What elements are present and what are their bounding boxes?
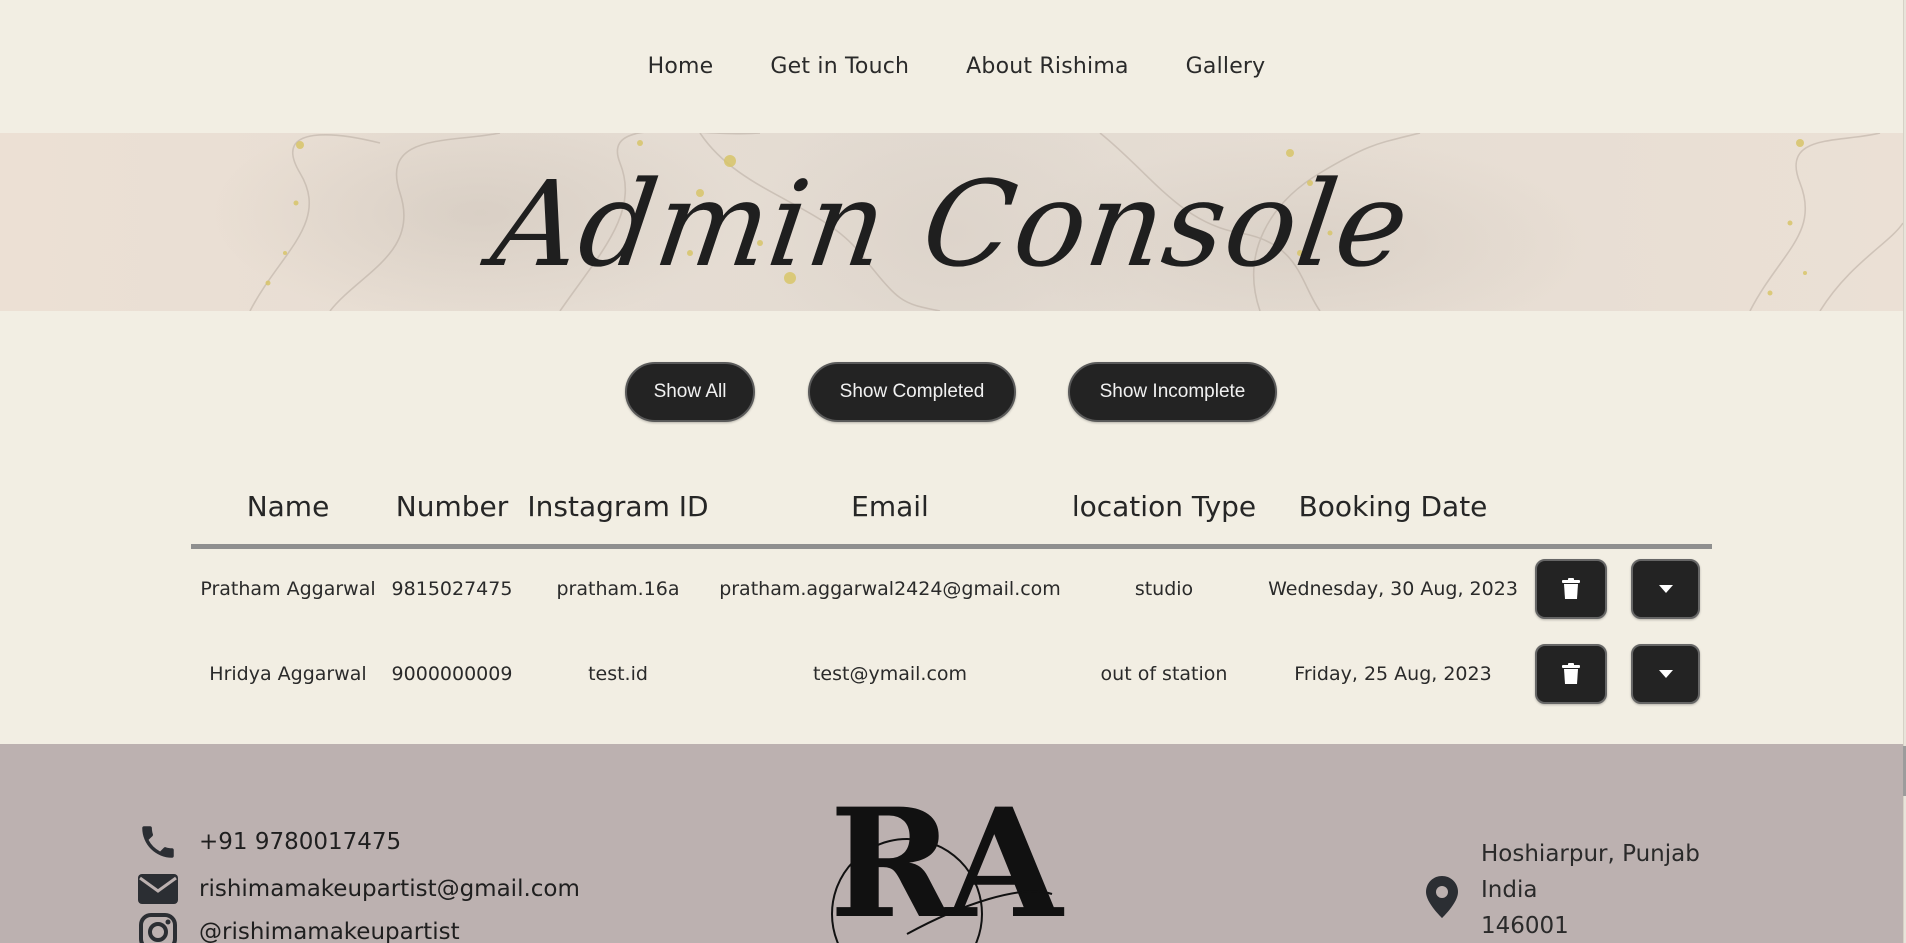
bookings-table: Name Number Instagram ID Email location … [191,480,1712,716]
email-address[interactable]: rishimamakeupartist@gmail.com [199,876,580,902]
cell-email: test@ymail.com [812,662,968,685]
cell-instagram: pratham.16a [556,577,680,600]
cell-booking-date: Wednesday, 30 Aug, 2023 [1268,577,1518,600]
show-incomplete-button[interactable]: Show Incomplete [1068,362,1277,422]
table-header: Name Number Instagram ID Email location … [191,480,1712,549]
delete-button[interactable] [1535,643,1607,704]
page-title: Admin Console [484,155,1418,293]
header-location-type: location Type [1071,490,1257,523]
instagram-handle[interactable]: @rishimamakeupartist [199,919,460,943]
location-pin-icon [1426,876,1458,922]
nav-gallery[interactable]: Gallery [1186,54,1266,79]
address-line-2: India [1481,877,1538,903]
trash-icon [1562,662,1580,684]
cell-booking-date: Friday, 25 Aug, 2023 [1294,662,1492,685]
cell-number: 9000000009 [391,662,513,685]
address-line-3: 146001 [1481,913,1569,939]
trash-icon [1562,577,1580,599]
nav-about[interactable]: About Rishima [966,54,1128,79]
header-booking-date: Booking Date [1298,490,1488,523]
cell-name: Pratham Aggarwal [200,577,376,600]
address-lines: Hoshiarpur, Punjab India 146001 [1481,836,1700,943]
cell-location-type: out of station [1100,662,1228,685]
nav-home[interactable]: Home [648,54,714,79]
header-email: Email [851,490,929,523]
logo-monogram: RA [829,804,1065,943]
caret-down-icon [1658,584,1673,593]
header-number: Number [395,490,509,523]
cell-location-type: studio [1134,577,1194,600]
footer-instagram: @rishimamakeupartist [136,912,460,943]
table-row: Pratham Aggarwal 9815027475 pratham.16a … [191,546,1712,631]
cell-name: Hridya Aggarwal [209,662,367,685]
instagram-icon [136,912,180,943]
expand-button[interactable] [1631,558,1700,619]
header-name: Name [246,490,330,523]
nav-get-in-touch[interactable]: Get in Touch [770,54,909,79]
cell-email: pratham.aggarwal2424@gmail.com [719,577,1061,600]
brand-logo: RA [812,776,1073,943]
address-line-1: Hoshiarpur, Punjab [1481,841,1700,867]
show-completed-button[interactable]: Show Completed [808,362,1016,422]
delete-button[interactable] [1535,558,1607,619]
caret-down-icon [1658,669,1673,678]
hero-banner: Admin Console [0,133,1903,311]
top-nav: Home Get in Touch About Rishima Gallery [0,0,1903,133]
table-row: Hridya Aggarwal 9000000009 test.id test@… [191,631,1712,716]
expand-button[interactable] [1631,643,1700,704]
filter-bar: Show All Show Completed Show Incomplete [0,362,1906,422]
phone-icon [136,822,180,862]
show-all-button[interactable]: Show All [625,362,755,422]
envelope-icon [136,869,180,909]
cell-instagram: test.id [588,662,648,685]
phone-number[interactable]: +91 9780017475 [199,829,401,855]
footer-email: rishimamakeupartist@gmail.com [136,869,580,909]
footer-phone: +91 9780017475 [136,822,401,862]
cell-number: 9815027475 [391,577,513,600]
footer: +91 9780017475 rishimamakeupartist@gmail… [0,744,1903,943]
header-instagram: Instagram ID [527,490,709,523]
